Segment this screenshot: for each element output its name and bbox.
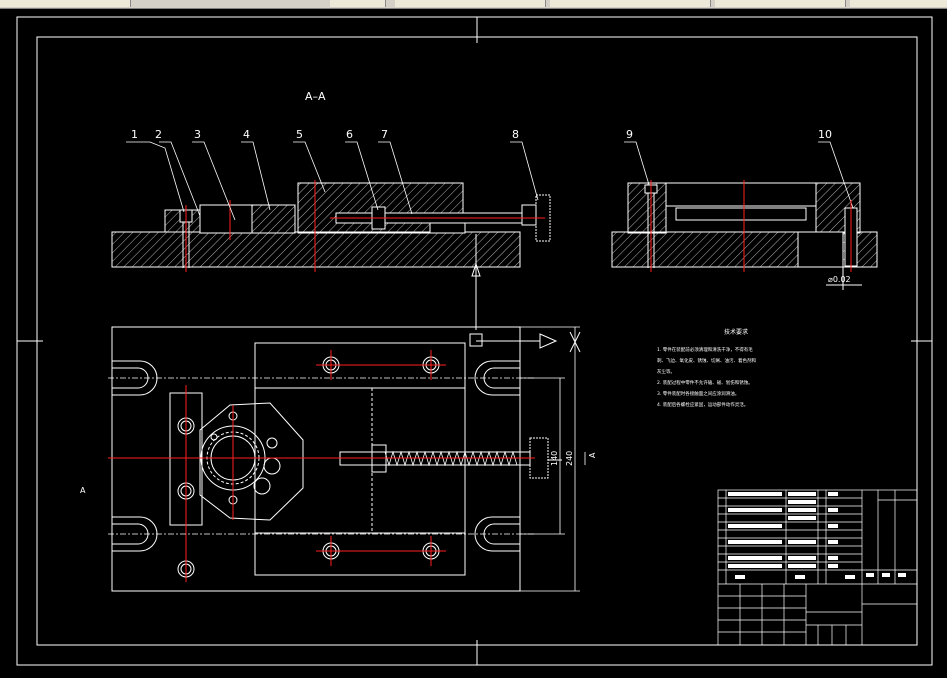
- section-marker-right: A: [588, 452, 597, 458]
- dimension-inner: 140: [550, 451, 559, 466]
- technical-requirements: 技术要求 1. 零件在装配前必须清理和清洗干净，不得有毛 刺、飞边、氧化皮、锈蚀…: [657, 328, 756, 408]
- cad-drawing[interactable]: A–A 1 2 3 4 5 6 7 8 9 10 ⌀0.02 140 240 A…: [0, 8, 947, 678]
- part-number-10: 10: [818, 128, 832, 141]
- tech-line-6: 4. 装配后各螺栓应紧固，运动部件动作灵活。: [657, 401, 748, 408]
- part-number-6: 6: [346, 128, 353, 141]
- toolbar-tab[interactable]: [850, 0, 947, 7]
- part-number-5: 5: [296, 128, 303, 141]
- side-section-view: [611, 180, 878, 290]
- tech-line-5: 3. 零件装配时各接触面之间应涂润滑油。: [657, 390, 739, 397]
- tech-line-3: 灰尘等。: [657, 368, 675, 375]
- tech-line-2: 刺、飞边、氧化皮、锈蚀、切屑、油污、着色剂和: [657, 357, 756, 364]
- tech-requirements-title: 技术要求: [724, 328, 748, 336]
- tech-line-1: 1. 零件在装配前必须清理和清洗干净，不得有毛: [657, 346, 753, 353]
- part-number-3: 3: [194, 128, 201, 141]
- toolbar-tab[interactable]: [550, 0, 711, 7]
- front-section-view: [111, 180, 551, 330]
- section-marker-left: A: [80, 486, 86, 495]
- toolbar-tab[interactable]: [330, 0, 386, 7]
- toolbar-tab[interactable]: [715, 0, 846, 7]
- toolbar-tab[interactable]: [0, 0, 131, 7]
- part-number-2: 2: [155, 128, 162, 141]
- tech-line-4: 2. 装配过程中零件不允许磕、碰、划伤和锈蚀。: [657, 379, 753, 386]
- dimension-outer: 240: [565, 451, 574, 466]
- part-number-9: 9: [626, 128, 633, 141]
- plan-view: [108, 326, 581, 592]
- title-block-fills: [728, 492, 906, 579]
- part-number-4: 4: [243, 128, 250, 141]
- roughness-label: ⌀0.02: [828, 275, 851, 284]
- part-labels: 1 2 3 4 5 6 7 8 9 10: [131, 128, 832, 141]
- section-view-title: A–A: [305, 90, 326, 103]
- part-number-7: 7: [381, 128, 388, 141]
- part-number-1: 1: [131, 128, 138, 141]
- part-number-8: 8: [512, 128, 519, 141]
- toolbar-tab[interactable]: [395, 0, 546, 7]
